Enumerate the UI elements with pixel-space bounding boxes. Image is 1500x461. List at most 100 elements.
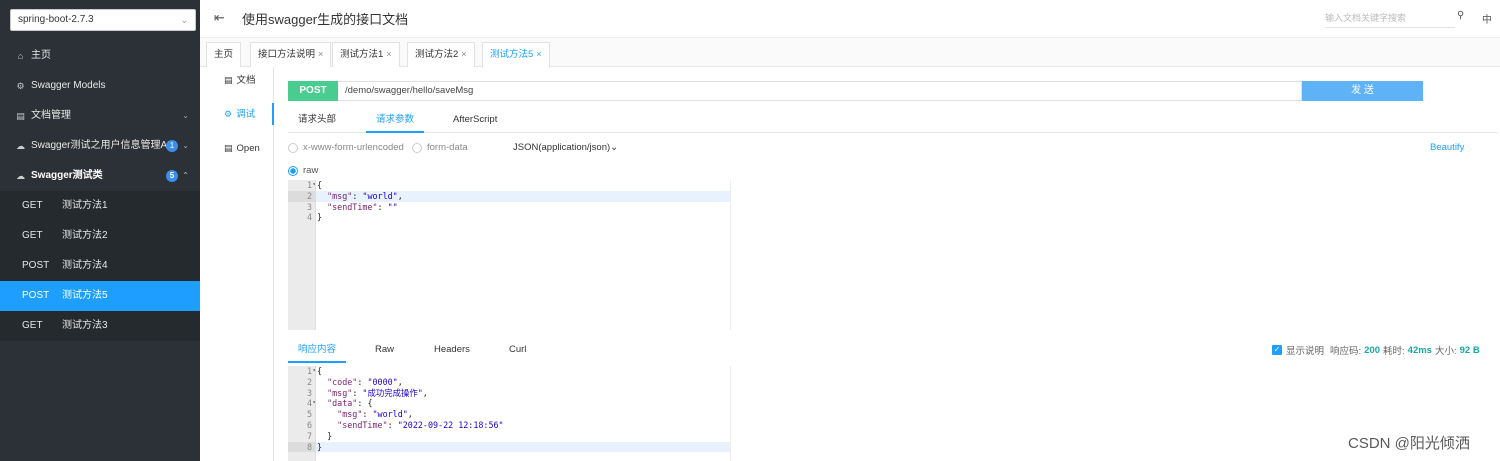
tab-response-raw[interactable]: Raw: [375, 339, 394, 363]
tab-response-content[interactable]: 响应内容: [288, 339, 347, 363]
search-input[interactable]: 输入文档关键字搜索: [1325, 10, 1455, 28]
api-item[interactable]: POST 测试方法4: [0, 251, 200, 281]
tab-method-desc[interactable]: 接口方法说明 ×: [250, 42, 332, 67]
radio-raw[interactable]: raw: [288, 165, 318, 176]
time-label: 耗时:: [1383, 346, 1405, 357]
tab-label: 测试方法5: [490, 49, 534, 60]
api-method: POST: [22, 260, 50, 271]
line-number: 1▾: [288, 180, 316, 191]
editor-print-margin: [730, 366, 731, 461]
api-method: GET: [22, 320, 43, 331]
api-name: 测试方法3: [62, 320, 108, 331]
code-line: "sendTime": "2022-09-22 12:18:56": [337, 419, 504, 430]
line-gutter: 1▾ 2 3 4▾ 5 6 7 8: [288, 366, 316, 461]
size-value: 92 B: [1459, 344, 1480, 356]
api-method: GET: [22, 230, 43, 241]
nav-doc[interactable]: ▤ 文档: [200, 69, 274, 91]
sidebar-item-label: Swagger测试类: [31, 170, 103, 181]
gutter-divider: [315, 366, 316, 461]
gutter-divider: [315, 180, 316, 330]
tab-method5[interactable]: 测试方法5 ×: [482, 42, 550, 68]
radio-urlencoded[interactable]: x-www-form-urlencoded: [288, 142, 404, 153]
tab-label: 主页: [214, 49, 234, 60]
close-icon[interactable]: ×: [318, 49, 323, 59]
status-label: 响应码:: [1330, 346, 1362, 357]
sidebar-item-label: 主页: [31, 50, 51, 61]
api-item[interactable]: GET 测试方法1: [0, 191, 200, 221]
language-toggle[interactable]: 中: [1482, 11, 1492, 26]
line-number: 2: [288, 190, 315, 202]
tab-label: 接口方法说明: [258, 49, 316, 60]
sidebar-item-doc-manage[interactable]: ▤ 文档管理 ⌄: [0, 101, 200, 131]
api-method: POST: [22, 290, 50, 301]
search-icon[interactable]: ⚲: [1457, 10, 1464, 21]
tab-request-params[interactable]: 请求参数: [366, 109, 425, 133]
version-select[interactable]: spring-boot-2.7.3 ⌄: [10, 9, 196, 31]
code-line: }: [317, 430, 333, 441]
code-line: }: [315, 441, 730, 453]
code-line: "data": {: [327, 398, 373, 409]
code-line: "sendTime": "": [327, 201, 398, 212]
sidebar-item-label: Swagger Models: [31, 80, 106, 91]
status-value: 200: [1364, 344, 1381, 356]
line-number: 2: [306, 376, 312, 387]
response-meta: ✓ 显示说明 响应码: 200 耗时: 42ms 大小: 92 B: [1272, 343, 1483, 357]
request-tabs: 请求头部 请求参数 AfterScript: [288, 109, 1498, 133]
request-code-editor[interactable]: 1▾ 2 3 4 { "msg": "world", "sendTime": "…: [288, 180, 730, 330]
gear-icon: ⚙: [16, 81, 25, 91]
tab-method2[interactable]: 测试方法2 ×: [407, 42, 475, 67]
doc-icon: ▤: [224, 75, 233, 85]
response-code-editor[interactable]: 1▾ 2 3 4▾ 5 6 7 8 { "code": "0000", "msg…: [288, 366, 730, 461]
time-value: 42ms: [1407, 344, 1432, 356]
cloud-icon: ☁: [16, 171, 25, 181]
nav-debug[interactable]: ⚙ 调试: [200, 103, 274, 125]
chevron-down-icon: ⌄: [182, 111, 189, 120]
menu-fold-icon[interactable]: ⇤: [214, 10, 225, 26]
close-icon[interactable]: ×: [536, 49, 541, 59]
sidebar-item-swagger-models[interactable]: ⚙ Swagger Models: [0, 71, 200, 101]
line-number: 3: [306, 387, 312, 398]
code-line: "msg": "成功完成操作",: [327, 387, 428, 398]
api-item[interactable]: GET 测试方法2: [0, 221, 200, 251]
beautify-button[interactable]: Beautify: [1430, 142, 1464, 153]
content-type-select[interactable]: JSON(application/json)⌄: [513, 142, 618, 153]
send-button[interactable]: 发 送: [1302, 81, 1423, 101]
radio-form-data[interactable]: form-data: [412, 142, 468, 153]
tab-label: 测试方法2: [415, 49, 459, 60]
tab-method1[interactable]: 测试方法1 ×: [332, 42, 400, 67]
tab-home[interactable]: 主页: [206, 42, 242, 67]
http-method-badge: POST: [288, 81, 338, 101]
chevron-down-icon: ⌄: [182, 141, 189, 150]
page-title: 使用swagger生成的接口文档: [242, 12, 409, 27]
api-item[interactable]: GET 测试方法3: [0, 311, 200, 341]
api-name: 测试方法2: [62, 230, 108, 241]
code-line: {: [317, 366, 323, 376]
code-line: {: [317, 180, 323, 190]
url-input[interactable]: /demo/swagger/hello/saveMsg: [338, 81, 1302, 101]
tab-label: 测试方法1: [340, 49, 384, 60]
api-item-active[interactable]: POST 测试方法5: [0, 281, 200, 311]
code-line: }: [317, 212, 323, 223]
tab-response-curl[interactable]: Curl: [509, 339, 526, 363]
api-name: 测试方法4: [62, 260, 108, 271]
checkbox-icon[interactable]: ✓: [1272, 345, 1282, 355]
sidebar-item-user-api[interactable]: ☁ Swagger测试之用户信息管理API 1 ⌄: [0, 131, 200, 161]
line-number: 6: [306, 419, 312, 430]
content-type-label: JSON(application/json): [513, 142, 611, 153]
nav-label: Open: [236, 143, 260, 154]
sidebar-item-home[interactable]: ⌂ 主页: [0, 41, 200, 71]
nav-open[interactable]: ▤ Open: [200, 137, 274, 159]
line-number: 5: [306, 409, 312, 420]
radio-label: raw: [303, 165, 319, 176]
tab-request-headers[interactable]: 请求头部: [298, 109, 336, 133]
tab-afterscript[interactable]: AfterScript: [453, 109, 497, 133]
top-bar: ⇤ 使用swagger生成的接口文档 输入文档关键字搜索 ⚲ 中: [200, 0, 1500, 38]
close-icon[interactable]: ×: [461, 49, 466, 59]
show-desc-label: 显示说明: [1286, 346, 1325, 357]
debug-icon: ⚙: [224, 109, 233, 119]
watermark: CSDN @阳光倾洒: [1348, 435, 1470, 452]
code-line: "msg": "world",: [337, 409, 413, 420]
tab-response-headers[interactable]: Headers: [434, 339, 470, 363]
sidebar-item-swagger-test[interactable]: ☁ Swagger测试类 5 ⌃: [0, 161, 200, 191]
close-icon[interactable]: ×: [386, 49, 391, 59]
